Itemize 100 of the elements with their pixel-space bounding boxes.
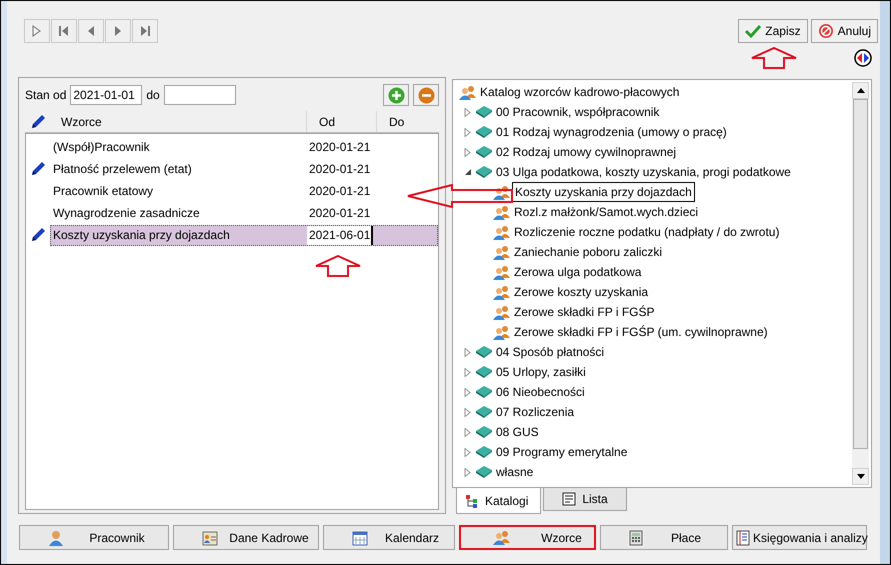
tree-item[interactable]: Zerowe składki FP i FGŚP (um. cywilnoprawne): [514, 323, 768, 341]
expand-icon[interactable]: [464, 108, 472, 116]
toggle-arrows-icon: [854, 49, 872, 67]
table-cell-text: 2020-01-21: [308, 161, 372, 178]
table-cell-text: 2020-01-21: [308, 139, 372, 156]
tab[interactable]: Lista: [543, 488, 627, 511]
selected-row[interactable]: Koszty uzyskania przy dojazdach 2021-06-01: [50, 224, 438, 246]
person-icon: [48, 530, 64, 546]
tree-item[interactable]: 09 Programy emerytalne: [496, 443, 628, 461]
scroll-down-icon[interactable]: [852, 468, 869, 485]
scroll-thumb[interactable]: [853, 99, 868, 449]
id-card-icon: [202, 530, 218, 546]
tree-item[interactable]: własne: [496, 463, 534, 481]
column-header: Wzorce: [51, 111, 307, 132]
book-icon: [475, 405, 493, 419]
last-record-icon[interactable]: [132, 19, 158, 43]
people-icon: [459, 84, 477, 100]
book-icon: [475, 385, 493, 399]
book-icon: [475, 165, 493, 179]
from-date-field[interactable]: 2021-01-01: [70, 85, 142, 105]
calculator-icon: [629, 530, 643, 546]
tree-item[interactable]: 08 GUS: [496, 423, 539, 441]
expand-icon[interactable]: [464, 408, 472, 416]
first-record-icon[interactable]: [51, 19, 77, 43]
book-icon: [475, 125, 493, 139]
tree-item[interactable]: 05 Urlopy, zasiłki: [496, 363, 586, 381]
collapse-icon[interactable]: [464, 168, 472, 176]
add-button[interactable]: [383, 84, 409, 106]
table-cell-text: Pracownik etatowy: [52, 183, 154, 200]
book-icon: [475, 145, 493, 159]
people-icon: [493, 530, 512, 545]
annotation-arrow: [751, 47, 797, 70]
book-icon: [475, 365, 493, 379]
tab[interactable]: Dane Kadrowe: [173, 525, 319, 550]
tree-item[interactable]: 02 Rodzaj umowy cywilnoprawnej: [496, 143, 676, 161]
table-cell-text: Wynagrodzenie zasadnicze: [52, 205, 201, 222]
from-label: Stan od: [25, 87, 66, 104]
expand-icon[interactable]: [464, 388, 472, 396]
book-icon: [475, 425, 493, 439]
expand-icon[interactable]: [464, 428, 472, 436]
expand-icon[interactable]: [464, 468, 472, 476]
cancel-button[interactable]: Anuluj: [810, 19, 878, 43]
table-cell-text: 2020-01-21: [308, 183, 372, 200]
people-icon: [493, 204, 511, 220]
date-editor-field[interactable]: 2021-06-01: [307, 226, 373, 244]
to-label: do: [146, 87, 160, 104]
tab[interactable]: Wzorce: [459, 525, 596, 550]
column-header: Od: [307, 111, 377, 132]
book-icon: [475, 105, 493, 119]
tree-item[interactable]: Zerowa ulga podatkowa: [514, 263, 642, 281]
tree-item[interactable]: Rozl.z małżonk/Samot.wych.dzieci: [514, 203, 698, 221]
tree-item[interactable]: 06 Nieobecności: [496, 383, 585, 401]
book-icon: [475, 445, 493, 459]
people-icon: [493, 304, 511, 320]
expand-icon[interactable]: [464, 128, 472, 136]
tree-item[interactable]: 07 Rozliczenia: [496, 403, 574, 421]
table-cell-text: 2020-01-21: [308, 205, 372, 222]
ledger-icon: [736, 530, 750, 546]
tree-item[interactable]: Rozliczenie roczne podatku (nadpłaty / do zwrotu): [514, 223, 780, 241]
tree-item[interactable]: 01 Rodzaj wynagrodzenia (umowy o pracę): [496, 123, 727, 141]
column-header: Do: [388, 114, 406, 130]
scroll-up-icon[interactable]: [852, 82, 869, 99]
annotation-arrow: [315, 255, 361, 278]
tree-item[interactable]: 04 Sposób płatności: [496, 343, 604, 361]
people-icon: [493, 264, 511, 280]
pencil-icon: [30, 114, 46, 130]
tab[interactable]: Kalendarz: [323, 525, 455, 550]
expand-icon[interactable]: [464, 368, 472, 376]
expand-icon[interactable]: [464, 148, 472, 156]
expand-icon[interactable]: [464, 348, 472, 356]
book-icon: [475, 345, 493, 359]
tree-item[interactable]: Katalog wzorców kadrowo-płacowych: [480, 83, 680, 101]
tree-icon: [465, 494, 479, 508]
checkmark-icon: [745, 24, 762, 38]
prohibited-icon: [818, 23, 834, 39]
list-icon: [562, 492, 576, 506]
tree-item[interactable]: Koszty uzyskania przy dojazdach: [512, 182, 695, 202]
tab[interactable]: Pracownik: [19, 525, 169, 550]
table-cell-text: (Współ)Pracownik: [52, 139, 151, 156]
tab[interactable]: Płace: [600, 525, 728, 550]
book-icon: [475, 465, 493, 479]
people-icon: [493, 284, 511, 300]
tree-item[interactable]: Zerowe składki FP i FGŚP: [514, 303, 654, 321]
to-date-field[interactable]: [164, 85, 236, 105]
tree-item[interactable]: 00 Pracownik, współpracownik: [496, 103, 660, 121]
tree-item[interactable]: Zerowe koszty uzyskania: [514, 283, 648, 301]
next-record-icon[interactable]: [105, 19, 131, 43]
table-cell-text: Koszty uzyskania przy dojazdach: [52, 227, 231, 244]
scrollbar[interactable]: [852, 82, 869, 485]
remove-button[interactable]: [413, 84, 439, 106]
save-button[interactable]: Zapisz: [738, 19, 808, 43]
tree-item[interactable]: Zaniechanie poboru zaliczki: [514, 243, 662, 261]
previous-record-icon[interactable]: [78, 19, 104, 43]
tab[interactable]: Katalogi: [456, 488, 541, 514]
people-icon: [493, 244, 511, 260]
tree-item[interactable]: 03 Ulga podatkowa, koszty uzyskania, progi podatkowe: [496, 163, 791, 181]
expand-icon[interactable]: [464, 448, 472, 456]
play-outline-icon[interactable]: [24, 19, 50, 43]
people-icon: [493, 224, 511, 240]
tab[interactable]: Księgowania i analizy: [732, 525, 867, 550]
